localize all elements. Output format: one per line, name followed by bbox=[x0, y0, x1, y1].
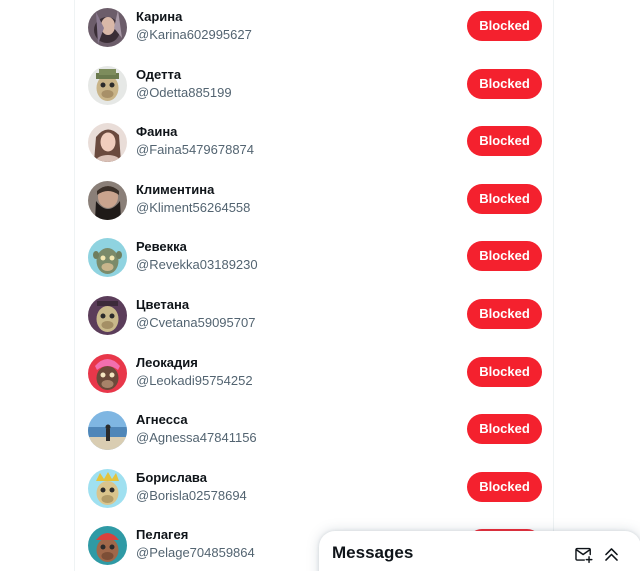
user-cell[interactable]: Ревекка @Revekka03189230 Blocked bbox=[75, 229, 553, 287]
user-handle: @Odetta885199 bbox=[136, 84, 232, 100]
user-handle: @Borisla02578694 bbox=[136, 487, 247, 503]
expand-messages-button[interactable] bbox=[599, 542, 623, 566]
blocked-button[interactable]: Blocked bbox=[467, 183, 542, 214]
blocked-button[interactable]: Blocked bbox=[467, 298, 542, 329]
avatar[interactable] bbox=[88, 65, 127, 105]
avatar[interactable] bbox=[88, 353, 127, 393]
avatar[interactable] bbox=[88, 180, 127, 220]
user-name: Одетта bbox=[136, 66, 182, 82]
blocked-button[interactable]: Blocked bbox=[467, 68, 542, 99]
user-name: Ревекка bbox=[136, 239, 187, 255]
user-cell[interactable]: Климентина @Kliment56264558 Blocked bbox=[75, 172, 553, 230]
messages-drawer[interactable]: Messages bbox=[319, 531, 640, 571]
avatar[interactable] bbox=[88, 123, 127, 163]
user-handle: @Revekka03189230 bbox=[136, 257, 258, 273]
user-cell[interactable]: Одетта @Odetta885199 Blocked bbox=[75, 57, 553, 115]
user-name: Пелагея bbox=[136, 527, 189, 543]
user-cell[interactable]: Цветана @Cvetana59095707 Blocked bbox=[75, 287, 553, 345]
user-cell[interactable]: Фаина @Faina5479678874 Blocked bbox=[75, 114, 553, 172]
new-message-button[interactable] bbox=[571, 542, 595, 566]
user-name: Фаина bbox=[136, 124, 178, 140]
main-column: Карина @Karina602995627 Blocked Одетта @… bbox=[74, 0, 554, 571]
user-name: Леокадия bbox=[136, 354, 198, 370]
user-cell[interactable]: Карина @Karina602995627 Blocked bbox=[75, 0, 553, 57]
blocked-button[interactable]: Blocked bbox=[467, 126, 542, 157]
user-cell[interactable]: Борислава @Borisla02578694 Blocked bbox=[75, 460, 553, 518]
mail-plus-icon bbox=[574, 547, 593, 563]
blocked-button[interactable]: Blocked bbox=[467, 356, 542, 387]
user-handle: @Karina602995627 bbox=[136, 27, 252, 42]
user-name: Карина bbox=[136, 9, 183, 24]
blocked-button[interactable]: Blocked bbox=[467, 241, 542, 272]
avatar[interactable] bbox=[88, 8, 127, 47]
blocked-user-list: Карина @Karina602995627 Blocked Одетта @… bbox=[75, 0, 553, 571]
avatar[interactable] bbox=[88, 468, 127, 508]
user-name: Цветана bbox=[136, 296, 190, 312]
user-name: Климентина bbox=[136, 181, 215, 197]
messages-title: Messages bbox=[332, 543, 414, 562]
user-name: Агнесса bbox=[136, 412, 188, 428]
double-chevron-up-icon bbox=[604, 547, 618, 561]
user-handle: @Faina5479678874 bbox=[136, 142, 255, 158]
user-handle: @Agnessa47841156 bbox=[136, 430, 257, 446]
user-handle: @Kliment56264558 bbox=[136, 199, 251, 215]
user-handle: @Leokadi95754252 bbox=[136, 372, 253, 388]
blocked-button[interactable]: Blocked bbox=[467, 414, 542, 445]
user-handle: @Cvetana59095707 bbox=[136, 314, 256, 330]
blocked-button[interactable]: Blocked bbox=[467, 471, 542, 502]
avatar[interactable] bbox=[88, 238, 127, 278]
avatar[interactable] bbox=[88, 411, 127, 451]
user-handle: @Pelage704859864 bbox=[136, 545, 255, 561]
user-cell[interactable]: Леокадия @Leokadi95754252 Blocked bbox=[75, 345, 553, 403]
user-cell[interactable]: Агнесса @Agnessa47841156 Blocked bbox=[75, 402, 553, 460]
user-name: Борислава bbox=[136, 469, 207, 485]
blocked-button[interactable]: Blocked bbox=[467, 11, 542, 41]
avatar[interactable] bbox=[88, 295, 127, 335]
blocked-accounts-page: Карина @Karina602995627 Blocked Одетта @… bbox=[0, 0, 640, 571]
avatar[interactable] bbox=[88, 526, 127, 566]
